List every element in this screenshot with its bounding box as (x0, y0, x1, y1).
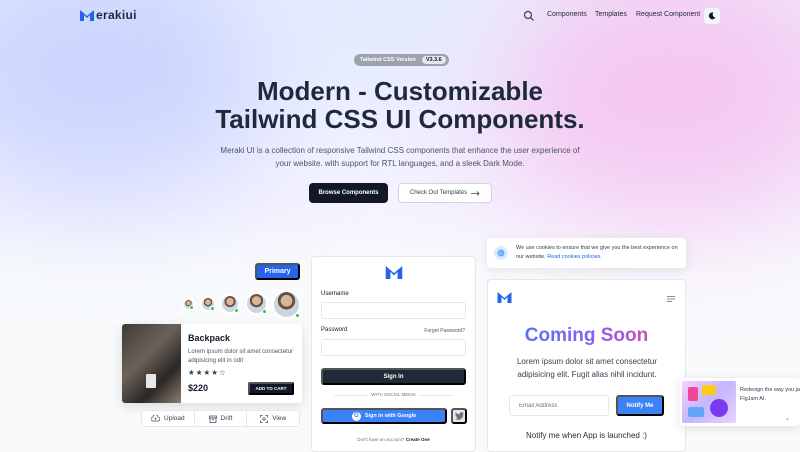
coming-soon-description: Lorem ipsum dolor sit amet consectetur a… (516, 357, 658, 379)
theme-toggle-button[interactable] (704, 8, 720, 24)
figjam-line2: FigJam AI. (740, 395, 766, 402)
hero-title-line1: Modern - Customizable (256, 76, 543, 106)
online-indicator (234, 308, 239, 313)
close-icon[interactable]: × (786, 417, 789, 423)
arrow-right-icon (471, 190, 480, 196)
avatar (182, 298, 195, 311)
online-indicator (189, 305, 194, 310)
twitter-icon (454, 412, 464, 420)
coming-soon-footer: Notify me when App is launched :) (526, 431, 647, 440)
product-description: Lorem ipsum dolor sit amet consectetur a… (188, 349, 294, 364)
figjam-thumbnail (682, 381, 736, 423)
no-account-text: Don't have an account? Create One (312, 437, 475, 442)
avatar (272, 290, 301, 319)
upload-button[interactable]: Upload (142, 411, 195, 426)
cookie-policy-link[interactable]: Read cookies policies. (547, 254, 602, 260)
username-input[interactable] (321, 302, 466, 319)
cookie-banner: We use cookies to ensure that we give yo… (487, 238, 686, 268)
view-button[interactable]: View (247, 411, 299, 426)
figjam-promo-toast[interactable]: Redesign the way you ja FigJam AI. (680, 378, 800, 426)
drift-button[interactable]: Drift (195, 411, 248, 426)
figjam-promo-text: Redesign the way you ja FigJam AI. (740, 386, 800, 403)
avatar (220, 294, 240, 314)
add-to-cart-button[interactable]: ADD TO CART (248, 382, 294, 395)
check-out-templates-button[interactable]: Check Out Templates (398, 183, 492, 203)
nav-templates[interactable]: Templates (595, 11, 627, 18)
nav-components[interactable]: Components (547, 11, 587, 18)
top-navbar: erakiui Components Templates Request Com… (0, 0, 800, 32)
password-input[interactable] (321, 339, 466, 356)
online-indicator (262, 309, 267, 314)
star-empty-icon: ☆ (218, 368, 227, 377)
google-icon: G (351, 411, 361, 421)
star-icon: ★ (188, 368, 196, 377)
login-card: Username Password Forget Password? Sign … (311, 256, 476, 452)
divider (419, 395, 453, 396)
no-account-label: Don't have an account? (357, 437, 405, 442)
logo-text: erakiui (96, 8, 137, 22)
primary-button[interactable]: Primary (255, 263, 300, 280)
forgot-password-link[interactable]: Forget Password? (424, 328, 465, 334)
coming-soon-title: Coming Soon (488, 325, 685, 347)
version-label: Tailwind CSS Version (360, 57, 416, 63)
meraki-m-icon (497, 292, 512, 303)
archive-icon (208, 415, 217, 423)
product-rating: ★★★★☆ (188, 368, 227, 377)
product-title: Backpack (188, 333, 231, 343)
twitter-button[interactable] (451, 408, 467, 424)
version-number: V3.3.6 (421, 56, 446, 64)
create-account-link[interactable]: Create One (406, 437, 430, 442)
meraki-logo[interactable]: erakiui (80, 8, 137, 22)
version-badge: Tailwind CSS Version V3.3.6 (354, 54, 449, 66)
avatar (245, 292, 268, 315)
meraki-m-icon (80, 9, 94, 21)
view-label: View (272, 415, 287, 422)
hero-title-line2: Tailwind CSS UI Components. (215, 104, 585, 134)
notify-me-button[interactable]: Notify Me (616, 395, 664, 416)
figjam-line1: Redesign the way you ja (740, 387, 800, 393)
meraki-m-icon (385, 266, 403, 279)
cloud-upload-icon (151, 415, 161, 422)
cookie-text: We use cookies to ensure that we give yo… (516, 244, 681, 262)
hero-title: Modern - Customizable Tailwind CSS UI Co… (0, 77, 800, 133)
product-image (122, 324, 181, 403)
cookie-icon (494, 246, 508, 260)
star-icon: ★ (211, 368, 219, 377)
online-indicator (295, 313, 300, 318)
browse-components-button[interactable]: Browse Components (309, 183, 388, 203)
username-label: Username (321, 291, 349, 297)
avatar (200, 296, 216, 312)
check-out-templates-label: Check Out Templates (409, 190, 468, 196)
menu-icon[interactable] (667, 296, 675, 302)
sign-in-button[interactable]: Sign In (321, 368, 466, 385)
coming-soon-card: Coming Soon Lorem ipsum dolor sit amet c… (487, 279, 686, 452)
nav-request-component[interactable]: Request Component (636, 11, 700, 18)
button-group: Upload Drift View (141, 410, 300, 427)
scan-icon (260, 414, 269, 423)
search-icon[interactable] (523, 10, 535, 22)
password-label: Password (321, 327, 348, 333)
online-indicator (210, 306, 215, 311)
product-card: Backpack Lorem ipsum dolor sit amet cons… (122, 324, 302, 403)
google-sign-in-label: Sign in with Google (364, 413, 417, 419)
moon-icon (708, 12, 716, 20)
product-price: $220 (188, 383, 209, 393)
email-input[interactable] (509, 395, 609, 416)
drift-label: Drift (220, 415, 233, 422)
hero-description: Meraki UI is a collection of responsive … (220, 146, 580, 168)
upload-label: Upload (164, 415, 185, 422)
google-sign-in-button[interactable]: G Sign in with Google (321, 408, 447, 424)
